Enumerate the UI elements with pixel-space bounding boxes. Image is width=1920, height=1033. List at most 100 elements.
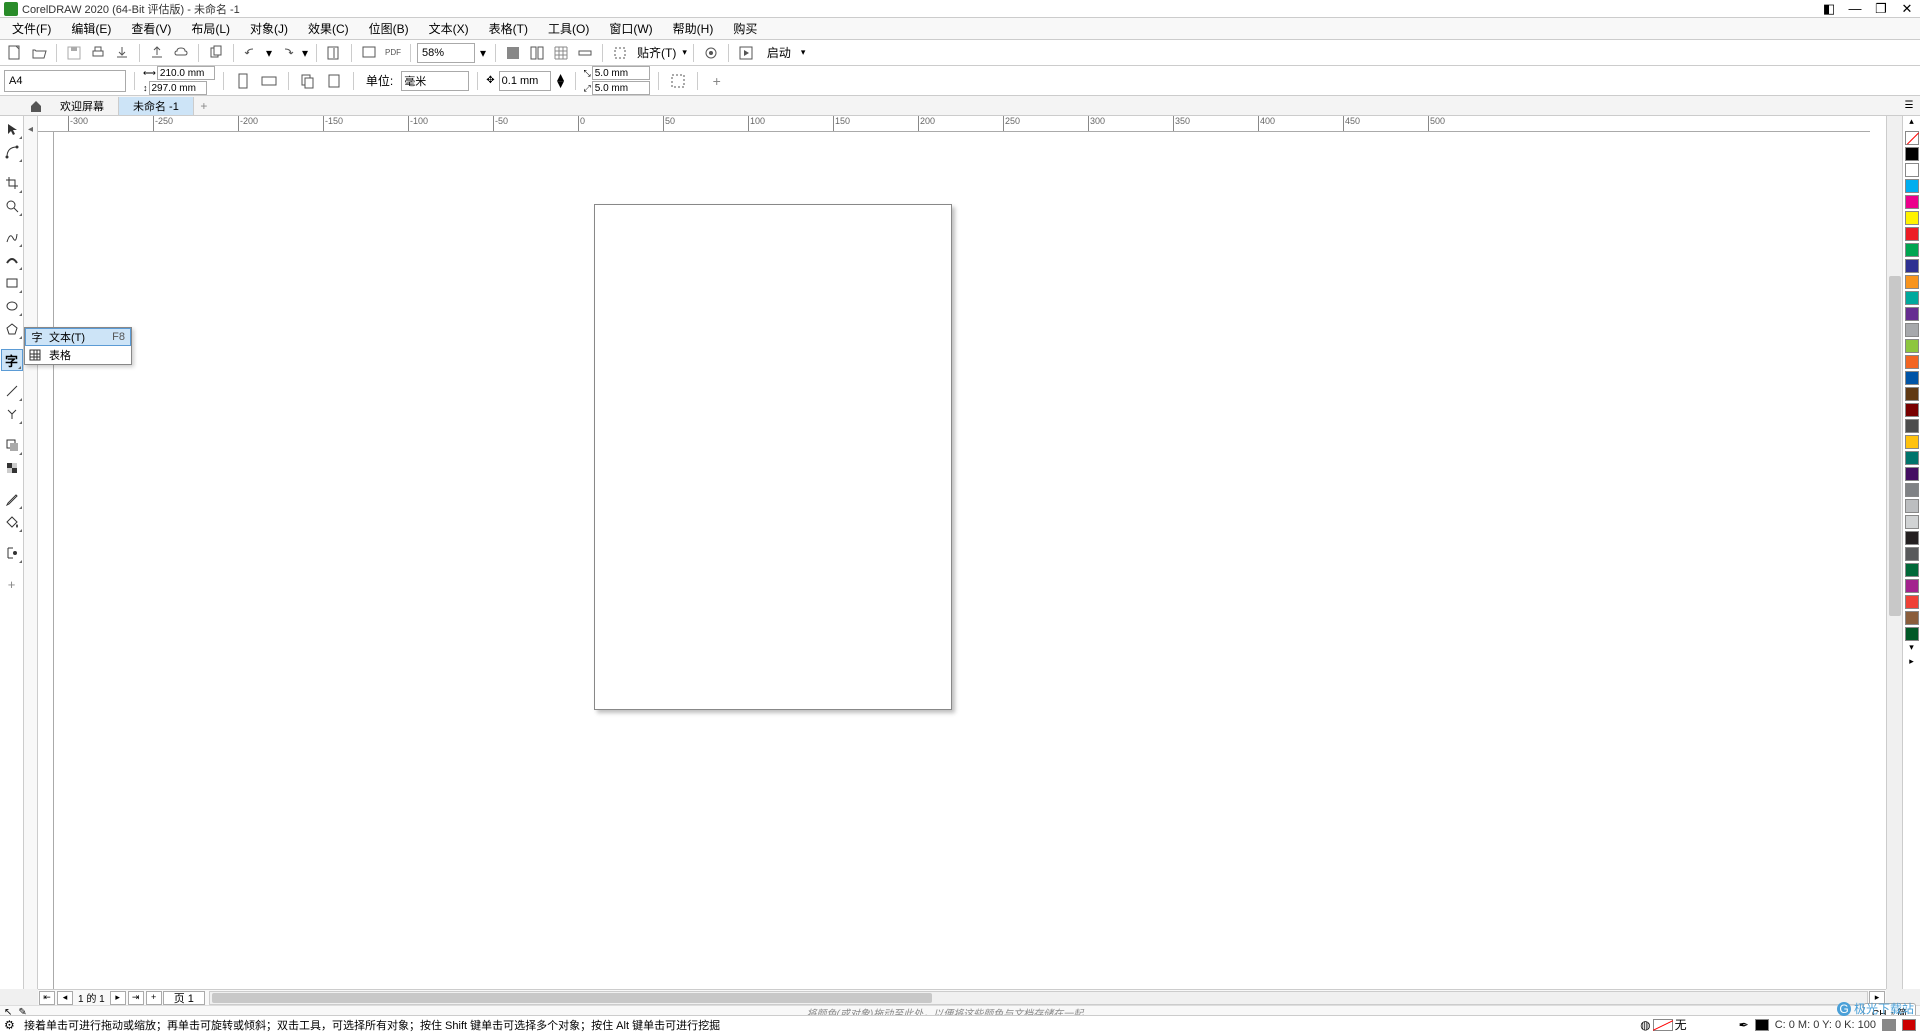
tool-crop[interactable]: [1, 172, 23, 194]
vertical-ruler[interactable]: [38, 132, 54, 989]
snap-dropdown[interactable]: 贴齐(T): [633, 44, 680, 61]
color-swatch[interactable]: [1905, 499, 1919, 513]
page-last-button[interactable]: ⇥: [128, 991, 144, 1005]
launch-icon[interactable]: [735, 42, 757, 64]
color-swatch[interactable]: [1905, 595, 1919, 609]
color-swatch[interactable]: [1905, 259, 1919, 273]
outline-swatch[interactable]: [1755, 1019, 1769, 1031]
palette-menu[interactable]: ▸: [1905, 656, 1919, 670]
color-swatch[interactable]: [1905, 275, 1919, 289]
menu-effects[interactable]: 效果(C): [298, 18, 359, 39]
color-swatch[interactable]: [1905, 419, 1919, 433]
zoom-dropdown[interactable]: ▾: [477, 42, 489, 64]
pdf-button[interactable]: PDF: [382, 42, 404, 64]
flyout-table-tool[interactable]: 表格: [25, 346, 131, 364]
export-button[interactable]: [111, 42, 133, 64]
portrait-button[interactable]: [232, 70, 254, 92]
vertical-scrollbar[interactable]: [1886, 116, 1902, 989]
tab-welcome[interactable]: 欢迎屏幕: [46, 97, 119, 115]
undo-dropdown[interactable]: ▾: [264, 42, 274, 64]
grid-button[interactable]: [550, 42, 572, 64]
undo-button[interactable]: [240, 42, 262, 64]
tool-shape[interactable]: [1, 141, 23, 163]
outline-pen-icon[interactable]: ✒: [1739, 1018, 1749, 1032]
page-next-button[interactable]: ▸: [110, 991, 126, 1005]
page-prev-button[interactable]: ◂: [57, 991, 73, 1005]
color-swatch[interactable]: [1905, 627, 1919, 641]
grid-view-button[interactable]: [526, 42, 548, 64]
color-swatch[interactable]: [1905, 147, 1919, 161]
h-scroll-thumb[interactable]: [212, 993, 932, 1003]
color-swatch[interactable]: [1905, 291, 1919, 305]
tool-outline[interactable]: [1, 542, 23, 564]
fill-indicator[interactable]: ◍ 无: [1640, 1016, 1687, 1033]
nudge-down[interactable]: ▼: [555, 81, 567, 88]
help-context-icon[interactable]: ◧: [1820, 1, 1838, 17]
menu-table[interactable]: 表格(T): [479, 18, 538, 39]
menu-view[interactable]: 查看(V): [121, 18, 181, 39]
options-button[interactable]: [700, 42, 722, 64]
color-swatch[interactable]: [1905, 611, 1919, 625]
menu-file[interactable]: 文件(F): [2, 18, 61, 39]
tool-zoom[interactable]: [1, 195, 23, 217]
all-pages-button[interactable]: [297, 70, 319, 92]
menu-bitmap[interactable]: 位图(B): [359, 18, 419, 39]
tool-transparency[interactable]: [1, 457, 23, 479]
page-width-input[interactable]: [157, 66, 215, 80]
tab-document[interactable]: 未命名 -1: [119, 97, 194, 115]
new-button[interactable]: [4, 42, 26, 64]
zoom-combo[interactable]: [417, 43, 475, 63]
ruler-button[interactable]: [574, 42, 596, 64]
menu-object[interactable]: 对象(J): [240, 18, 298, 39]
maximize-button[interactable]: ❐: [1872, 1, 1890, 17]
menu-tools[interactable]: 工具(O): [538, 18, 599, 39]
paper-size-combo[interactable]: [4, 70, 126, 92]
redo-button[interactable]: [276, 42, 298, 64]
tool-pick[interactable]: [1, 118, 23, 140]
gear-icon[interactable]: ⚙: [4, 1018, 18, 1032]
fullpage-view-button[interactable]: [502, 42, 524, 64]
copy-button[interactable]: [205, 42, 227, 64]
tool-eyedropper[interactable]: [1, 488, 23, 510]
dup-x-input[interactable]: [592, 66, 650, 80]
color-swatch[interactable]: [1905, 211, 1919, 225]
color-swatch[interactable]: [1905, 483, 1919, 497]
tool-artistic[interactable]: [1, 249, 23, 271]
menu-layout[interactable]: 布局(L): [181, 18, 240, 39]
dup-y-input[interactable]: [592, 81, 650, 95]
color-swatch[interactable]: [1905, 435, 1919, 449]
snap-arrow[interactable]: ▾: [682, 47, 687, 58]
treat-as-button[interactable]: [667, 70, 689, 92]
color-swatch[interactable]: [1905, 531, 1919, 545]
cloud-button[interactable]: [170, 42, 192, 64]
snap-icon[interactable]: [609, 42, 631, 64]
sb-swatch2[interactable]: [1882, 1019, 1896, 1031]
color-swatch[interactable]: [1905, 371, 1919, 385]
color-swatch[interactable]: [1905, 547, 1919, 561]
palette-scroll-down[interactable]: ▾: [1905, 642, 1919, 656]
tool-freehand[interactable]: [1, 226, 23, 248]
current-page-button[interactable]: [323, 70, 345, 92]
landscape-button[interactable]: [258, 70, 280, 92]
unit-combo[interactable]: [401, 71, 469, 91]
page-drawing-area[interactable]: [594, 204, 952, 710]
swatch-none[interactable]: [1905, 131, 1919, 145]
tool-text[interactable]: 字: [1, 349, 23, 371]
palette-scroll-up[interactable]: ▴: [1905, 116, 1919, 130]
page-height-input[interactable]: [149, 81, 207, 95]
tool-fill[interactable]: [1, 511, 23, 533]
page-tab-1[interactable]: 页 1: [163, 991, 205, 1005]
tab-menu-button[interactable]: ☰: [1898, 95, 1920, 117]
tool-ellipse[interactable]: [1, 295, 23, 317]
menu-help[interactable]: 帮助(H): [663, 18, 724, 39]
menu-window[interactable]: 窗口(W): [599, 18, 662, 39]
import-button[interactable]: [146, 42, 168, 64]
color-swatch[interactable]: [1905, 243, 1919, 257]
menu-buy[interactable]: 购买: [723, 18, 767, 39]
v-scroll-thumb[interactable]: [1889, 276, 1901, 616]
fullscreen-button[interactable]: [358, 42, 380, 64]
color-swatch[interactable]: [1905, 387, 1919, 401]
color-swatch[interactable]: [1905, 355, 1919, 369]
color-swatch[interactable]: [1905, 339, 1919, 353]
horizontal-ruler[interactable]: -300-250-200-150-100-5005010015020025030…: [38, 116, 1870, 132]
